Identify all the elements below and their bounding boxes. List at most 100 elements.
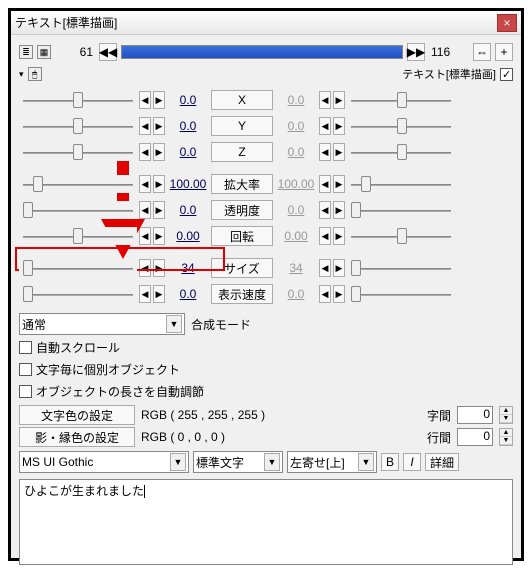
- decrease-right-button[interactable]: ◀: [319, 285, 331, 303]
- slider-left[interactable]: [19, 143, 137, 161]
- decrease-right-button[interactable]: ◀: [319, 227, 331, 245]
- increase-right-button[interactable]: ▶: [333, 285, 345, 303]
- italic-button[interactable]: I: [403, 453, 421, 471]
- decrease-right-button[interactable]: ◀: [319, 143, 331, 161]
- value-left[interactable]: 0.00: [167, 229, 209, 243]
- font-select[interactable]: MS UI Gothic▼: [19, 451, 189, 473]
- seek-end-button[interactable]: ▶▶: [407, 43, 425, 61]
- per-char-checkbox[interactable]: [19, 363, 32, 376]
- text-color-button[interactable]: 文字色の設定: [19, 405, 135, 425]
- value-left[interactable]: 34: [167, 261, 209, 275]
- decrease-left-button[interactable]: ◀: [139, 201, 151, 219]
- increase-right-button[interactable]: ▶: [333, 117, 345, 135]
- value-left[interactable]: 0.0: [167, 119, 209, 133]
- param-label-button[interactable]: X: [211, 90, 273, 110]
- char-spacing-spinner[interactable]: ▲▼: [499, 406, 513, 424]
- decrease-left-button[interactable]: ◀: [139, 259, 151, 277]
- value-left[interactable]: 0.0: [167, 93, 209, 107]
- value-right[interactable]: 100.00: [275, 177, 317, 191]
- slider-right[interactable]: [347, 201, 455, 219]
- autoscroll-checkbox[interactable]: [19, 341, 32, 354]
- slider-right[interactable]: [347, 227, 455, 245]
- mouse-icon[interactable]: 🖱: [28, 67, 42, 81]
- blend-mode-select[interactable]: 通常 ▼: [19, 313, 185, 335]
- auto-length-checkbox[interactable]: [19, 385, 32, 398]
- slider-right[interactable]: [347, 91, 455, 109]
- slider-left[interactable]: [19, 175, 137, 193]
- char-spacing-input[interactable]: 0: [457, 406, 493, 424]
- timeline-bar[interactable]: [121, 45, 403, 59]
- slider-left[interactable]: [19, 201, 137, 219]
- add-button[interactable]: +: [495, 43, 513, 61]
- param-label-button[interactable]: 表示速度: [211, 284, 273, 304]
- value-left[interactable]: 0.0: [167, 145, 209, 159]
- decrease-right-button[interactable]: ◀: [319, 91, 331, 109]
- value-left[interactable]: 100.00: [167, 177, 209, 191]
- increase-left-button[interactable]: ▶: [153, 143, 165, 161]
- slider-right[interactable]: [347, 117, 455, 135]
- close-button[interactable]: ×: [497, 14, 517, 32]
- value-right[interactable]: 34: [275, 261, 317, 275]
- param-label-button[interactable]: 透明度: [211, 200, 273, 220]
- increase-right-button[interactable]: ▶: [333, 201, 345, 219]
- decrease-right-button[interactable]: ◀: [319, 175, 331, 193]
- value-right[interactable]: 0.0: [275, 93, 317, 107]
- slider-right[interactable]: [347, 259, 455, 277]
- increase-left-button[interactable]: ▶: [153, 91, 165, 109]
- increase-left-button[interactable]: ▶: [153, 259, 165, 277]
- line-spacing-input[interactable]: 0: [457, 428, 493, 446]
- slider-right[interactable]: [347, 285, 455, 303]
- increase-right-button[interactable]: ▶: [333, 91, 345, 109]
- value-right[interactable]: 0.0: [275, 145, 317, 159]
- align-select[interactable]: 左寄せ[上]▼: [287, 451, 377, 473]
- value-left[interactable]: 0.0: [167, 287, 209, 301]
- slider-right[interactable]: [347, 175, 455, 193]
- dropdown-arrow-icon[interactable]: ▾: [19, 69, 24, 80]
- decrease-right-button[interactable]: ◀: [319, 201, 331, 219]
- slider-left[interactable]: [19, 227, 137, 245]
- decrease-left-button[interactable]: ◀: [139, 143, 151, 161]
- increase-left-button[interactable]: ▶: [153, 227, 165, 245]
- slider-left[interactable]: [19, 259, 137, 277]
- value-right[interactable]: 0.00: [275, 229, 317, 243]
- increase-right-button[interactable]: ▶: [333, 259, 345, 277]
- param-label-button[interactable]: サイズ: [211, 258, 273, 278]
- slider-left[interactable]: [19, 117, 137, 135]
- value-right[interactable]: 0.0: [275, 119, 317, 133]
- increase-left-button[interactable]: ▶: [153, 201, 165, 219]
- decrease-left-button[interactable]: ◀: [139, 227, 151, 245]
- param-label-button[interactable]: Y: [211, 116, 273, 136]
- decrease-right-button[interactable]: ◀: [319, 259, 331, 277]
- enable-checkbox[interactable]: [500, 68, 513, 81]
- value-left[interactable]: 0.0: [167, 203, 209, 217]
- param-label-button[interactable]: 拡大率: [211, 174, 273, 194]
- decrease-left-button[interactable]: ◀: [139, 175, 151, 193]
- expand-button[interactable]: ⇔: [473, 43, 491, 61]
- bold-button[interactable]: B: [381, 453, 399, 471]
- param-label-button[interactable]: Z: [211, 142, 273, 162]
- decrease-left-button[interactable]: ◀: [139, 91, 151, 109]
- value-right[interactable]: 0.0: [275, 287, 317, 301]
- slider-left[interactable]: [19, 91, 137, 109]
- param-label-button[interactable]: 回転: [211, 226, 273, 246]
- increase-right-button[interactable]: ▶: [333, 175, 345, 193]
- slider-right[interactable]: [347, 143, 455, 161]
- layer-icon[interactable]: ≣: [19, 45, 33, 59]
- seek-start-button[interactable]: ◀◀: [99, 43, 117, 61]
- line-spacing-spinner[interactable]: ▲▼: [499, 428, 513, 446]
- slider-left[interactable]: [19, 285, 137, 303]
- eye-icon[interactable]: ▦: [37, 45, 51, 59]
- text-input[interactable]: ひよこが生まれました: [19, 479, 513, 565]
- shadow-color-button[interactable]: 影・縁色の設定: [19, 427, 135, 447]
- detail-button[interactable]: 詳細: [425, 453, 459, 471]
- increase-left-button[interactable]: ▶: [153, 285, 165, 303]
- decrease-left-button[interactable]: ◀: [139, 285, 151, 303]
- increase-right-button[interactable]: ▶: [333, 143, 345, 161]
- increase-left-button[interactable]: ▶: [153, 117, 165, 135]
- decrease-left-button[interactable]: ◀: [139, 117, 151, 135]
- value-right[interactable]: 0.0: [275, 203, 317, 217]
- decrease-right-button[interactable]: ◀: [319, 117, 331, 135]
- font-style-select[interactable]: 標準文字▼: [193, 451, 283, 473]
- increase-left-button[interactable]: ▶: [153, 175, 165, 193]
- increase-right-button[interactable]: ▶: [333, 227, 345, 245]
